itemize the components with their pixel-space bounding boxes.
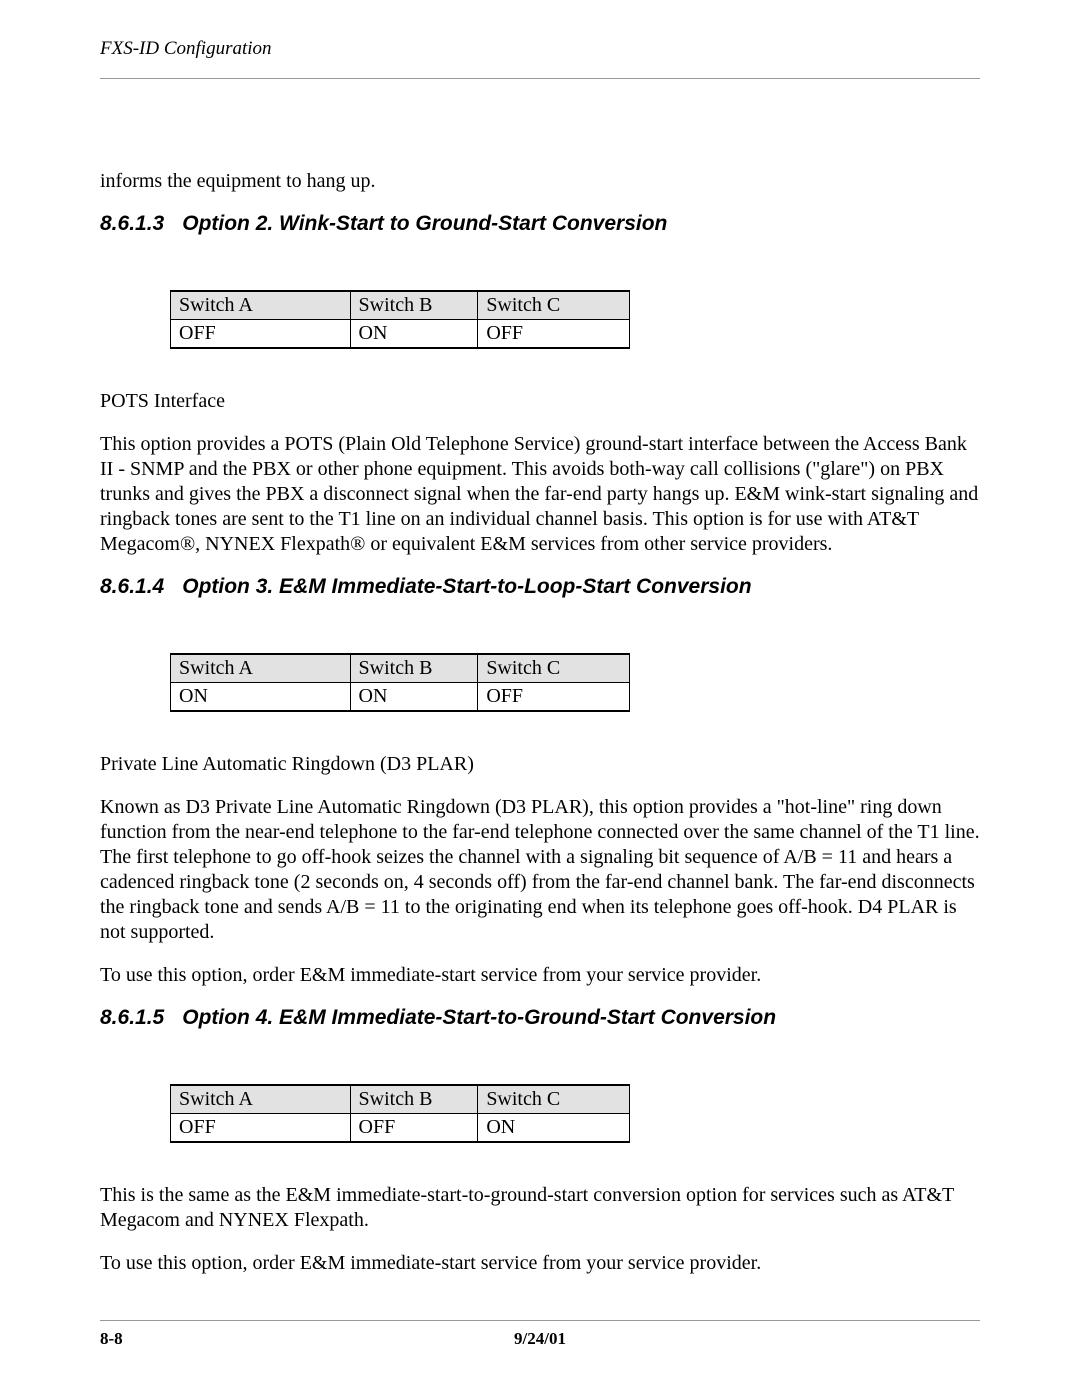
table-row: ON ON OFF [171,683,630,712]
col-header: Switch C [478,654,630,683]
paragraph: Private Line Automatic Ringdown (D3 PLAR… [100,752,980,777]
table-header-row: Switch A Switch B Switch C [171,654,630,683]
col-header: Switch C [478,1085,630,1114]
paragraph: This is the same as the E&M immediate-st… [100,1183,980,1233]
col-header: Switch A [171,291,351,320]
table-header-row: Switch A Switch B Switch C [171,1085,630,1114]
table-row: OFF ON OFF [171,320,630,349]
table-cell: ON [350,320,478,349]
heading-number: 8.6.1.5 [100,1006,164,1030]
footer-date: 9/24/01 [100,1329,980,1349]
col-header: Switch B [350,291,478,320]
table-row: OFF OFF ON [171,1114,630,1143]
heading-8614: 8.6.1.4 Option 3. E&M Immediate-Start-to-… [100,575,980,599]
col-header: Switch A [171,1085,351,1114]
running-header: FXS-ID Configuration [100,38,980,60]
paragraph: To use this option, order E&M immediate-… [100,963,980,988]
paragraph: POTS Interface [100,389,980,414]
table-cell: OFF [171,320,351,349]
paragraph: This option provides a POTS (Plain Old T… [100,432,980,557]
table-header-row: Switch A Switch B Switch C [171,291,630,320]
switch-table-8614: Switch A Switch B Switch C ON ON OFF [170,653,630,712]
heading-number: 8.6.1.4 [100,575,164,599]
heading-number: 8.6.1.3 [100,212,164,236]
footer-rule [100,1320,980,1321]
paragraph: Known as D3 Private Line Automatic Ringd… [100,795,980,945]
switch-table-8615: Switch A Switch B Switch C OFF OFF ON [170,1084,630,1143]
heading-8613: 8.6.1.3 Option 2. Wink-Start to Ground-St… [100,212,980,236]
footer-page-number: 8-8 [100,1329,123,1349]
col-header: Switch A [171,654,351,683]
table-cell: OFF [478,683,630,712]
col-header: Switch B [350,1085,478,1114]
switch-table-8613: Switch A Switch B Switch C OFF ON OFF [170,290,630,349]
page-footer: 8-8 9/24/01 . [100,1320,980,1349]
heading-title: Option 4. E&M Immediate-Start-to-Ground-… [182,1006,776,1029]
col-header: Switch B [350,654,478,683]
table-cell: OFF [350,1114,478,1143]
col-header: Switch C [478,291,630,320]
table-cell: ON [478,1114,630,1143]
heading-title: Option 3. E&M Immediate-Start-to-Loop-St… [182,575,751,598]
paragraph: To use this option, order E&M immediate-… [100,1251,980,1276]
table-cell: OFF [478,320,630,349]
heading-title: Option 2. Wink-Start to Ground-Start Con… [182,212,667,235]
header-rule [100,78,980,79]
table-cell: ON [350,683,478,712]
table-cell: OFF [171,1114,351,1143]
intro-continued: informs the equipment to hang up. [100,169,980,194]
table-cell: ON [171,683,351,712]
heading-8615: 8.6.1.5 Option 4. E&M Immediate-Start-to-… [100,1006,980,1030]
